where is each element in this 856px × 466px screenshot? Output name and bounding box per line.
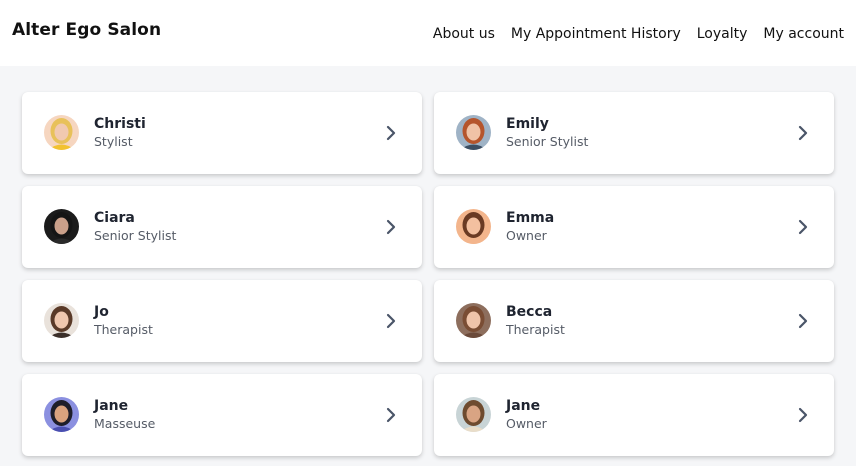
chevron-right-icon[interactable] [798,125,808,141]
chevron-right-icon[interactable] [798,219,808,235]
avatar [44,115,79,150]
avatar [44,209,79,244]
staff-name: Ciara [94,210,135,226]
staff-name: Jo [94,304,109,320]
staff-role: Senior Stylist [506,134,589,149]
staff-name: Emily [506,116,549,132]
staff-card[interactable]: Jane Owner [434,374,834,456]
brand-logo[interactable]: Alter Ego Salon [12,20,161,40]
staff-card[interactable]: Emily Senior Stylist [434,92,834,174]
staff-name: Jane [94,398,129,414]
staff-role: Owner [506,416,547,431]
top-nav: About us My Appointment History Loyalty … [433,26,844,42]
staff-card[interactable]: Emma Owner [434,186,834,268]
avatar [456,303,491,338]
staff-name: Emma [506,210,555,226]
chevron-right-icon[interactable] [386,125,396,141]
chevron-right-icon[interactable] [798,313,808,329]
chevron-right-icon[interactable] [798,407,808,423]
avatar [456,209,491,244]
avatar [44,397,79,432]
staff-grid: Christi Stylist Emily Senior Stylist Ciara Se… [22,92,834,456]
nav-loyalty[interactable]: Loyalty [697,26,748,42]
staff-card[interactable]: Christi Stylist [22,92,422,174]
nav-appointment-history[interactable]: My Appointment History [511,26,681,42]
avatar [456,115,491,150]
nav-my-account[interactable]: My account [763,26,844,42]
staff-card[interactable]: Ciara Senior Stylist [22,186,422,268]
chevron-right-icon[interactable] [386,313,396,329]
staff-card[interactable]: Jo Therapist [22,280,422,362]
staff-card[interactable]: Becca Therapist [434,280,834,362]
staff-name: Becca [506,304,553,320]
nav-about-us[interactable]: About us [433,26,495,42]
top-header: Alter Ego Salon About us My Appointment … [0,0,856,66]
staff-role: Therapist [94,322,153,337]
staff-role: Owner [506,228,547,243]
staff-role: Stylist [94,134,133,149]
avatar [44,303,79,338]
staff-role: Masseuse [94,416,156,431]
staff-role: Senior Stylist [94,228,177,243]
chevron-right-icon[interactable] [386,407,396,423]
chevron-right-icon[interactable] [386,219,396,235]
avatar [456,397,491,432]
staff-name: Jane [506,398,541,414]
staff-name: Christi [94,116,146,132]
staff-role: Therapist [506,322,565,337]
staff-card[interactable]: Jane Masseuse [22,374,422,456]
